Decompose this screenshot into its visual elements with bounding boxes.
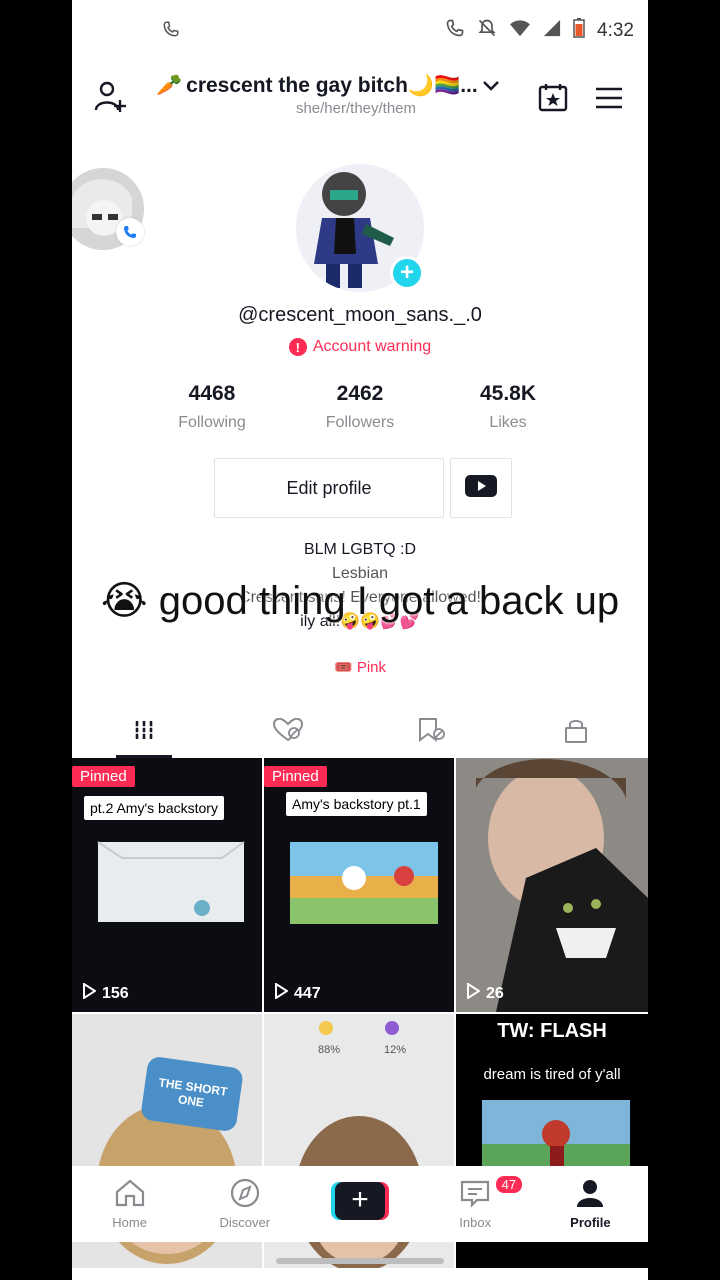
video-thumbnail[interactable]: 26 [456,758,648,1012]
nav-create[interactable]: + [302,1166,417,1242]
mute-icon [477,18,497,43]
account-warning-label: Account warning [312,338,432,355]
sticker-label: THE SHORT ONE [140,1055,244,1133]
bottom-nav: Home Discover + Inbox 47 Profile [72,1166,648,1242]
call-status-icon [162,20,180,43]
stat-following[interactable]: 4468 Following [142,382,282,432]
play-icon [274,982,289,1004]
stat-label: Likes [489,414,527,431]
inbox-icon [459,1178,491,1211]
video-title: TW: FLASH [497,1020,607,1042]
overlay-caption: 😭 good thing I got a back up [100,579,620,623]
nav-label: Home [112,1215,147,1230]
nav-label: Inbox [459,1215,492,1230]
pronouns: she/her/they/them [295,100,417,117]
play-icon [82,982,97,1004]
view-count-value: 156 [102,984,129,1002]
bio-line: BLM LGBTQ :D [303,541,417,558]
home-indicator[interactable] [276,1258,444,1264]
bio-link[interactable]: 🎟️ Pink [72,658,648,676]
video-thumbnail[interactable]: Pinned pt.2 Amy's backstory 156 [72,758,262,1012]
stat-value: 2462 [336,382,384,405]
poll-percent-left: 88% [318,1044,341,1056]
warning-icon: ! [288,338,307,356]
stat-followers[interactable]: 2462 Followers [290,382,430,432]
view-count: 26 [466,982,504,1004]
chevron-down-icon [482,74,500,98]
tab-favorites[interactable] [360,706,504,758]
video-title: pt.2 Amy's backstory [84,796,224,820]
poll-percent-right: 12% [384,1044,407,1056]
tab-videos[interactable] [72,706,216,758]
stat-value: 4468 [188,382,236,405]
view-count-value: 26 [486,984,504,1002]
nav-discover[interactable]: Discover [187,1166,302,1242]
grid-icon [132,718,156,747]
profile-stats: 4468 Following 2462 Followers 45.8K Like… [142,382,578,432]
carrot-emoji: 🥕 [156,74,183,97]
status-time: 4:32 [597,19,634,41]
account-warning[interactable]: ! Account warning [72,338,648,356]
compass-icon [229,1178,261,1211]
profile-icon [574,1178,606,1211]
edit-profile-button[interactable]: Edit profile [214,458,444,518]
nav-label: Discover [219,1215,271,1230]
video-title: Amy's backstory pt.1 [286,792,427,816]
inbox-badge: 47 [493,1174,525,1195]
add-avatar-button[interactable]: + [390,256,424,290]
display-name: crescent the gay bitch🌙🏳️‍🌈... [186,74,478,97]
status-bar: 4:32 [72,0,648,60]
plus-icon: + [335,1182,385,1220]
stat-label: Followers [325,414,395,431]
wifi-icon [509,19,531,42]
stat-likes[interactable]: 45.8K Likes [438,382,578,432]
video-subtitle: dream is tired of y'all [483,1066,621,1083]
stat-label: Following [178,414,246,431]
view-count: 447 [274,982,321,1004]
lock-icon [564,717,588,748]
view-count: 156 [82,982,129,1004]
play-icon [466,982,481,1004]
view-count-value: 447 [294,984,321,1002]
nav-inbox[interactable]: Inbox 47 [418,1166,533,1242]
nav-profile[interactable]: Profile [533,1166,648,1242]
add-friend-icon[interactable] [94,80,128,119]
username: @crescent_moon_sans._.0 [238,304,482,326]
thumbnail-art [456,758,648,1012]
account-switcher[interactable]: 🥕 crescent the gay bitch🌙🏳️‍🌈... she/her… [156,74,536,117]
menu-icon[interactable] [594,86,624,115]
video-thumbnail[interactable]: Pinned Amy's backstory pt.1 447 [264,758,454,1012]
signal-icon [543,19,561,42]
status-icons: 4:32 [445,18,634,43]
calendar-icon[interactable] [538,82,568,117]
pinned-badge: Pinned [72,766,135,787]
profile-tabs [72,706,648,758]
battery-icon [573,18,585,43]
stat-value: 45.8K [479,382,537,405]
hidden-heart-icon [272,717,304,747]
create-button[interactable]: + [331,1182,389,1220]
tab-private[interactable] [504,706,648,758]
profile-header: 🥕 crescent the gay bitch🌙🏳️‍🌈... she/her… [72,60,648,140]
home-icon [114,1178,146,1211]
hidden-bookmark-icon [417,717,447,748]
pinned-badge: Pinned [264,766,327,787]
wifi-call-icon [445,18,465,43]
profile-screen: 4:32 🥕 crescent the gay bitch🌙🏳️‍🌈... sh… [72,0,648,1280]
tab-liked[interactable] [216,706,360,758]
nav-label: Profile [570,1215,611,1230]
youtube-link-button[interactable] [450,458,512,518]
phone-icon [116,218,144,246]
youtube-icon [465,474,497,502]
nav-home[interactable]: Home [72,1166,187,1242]
